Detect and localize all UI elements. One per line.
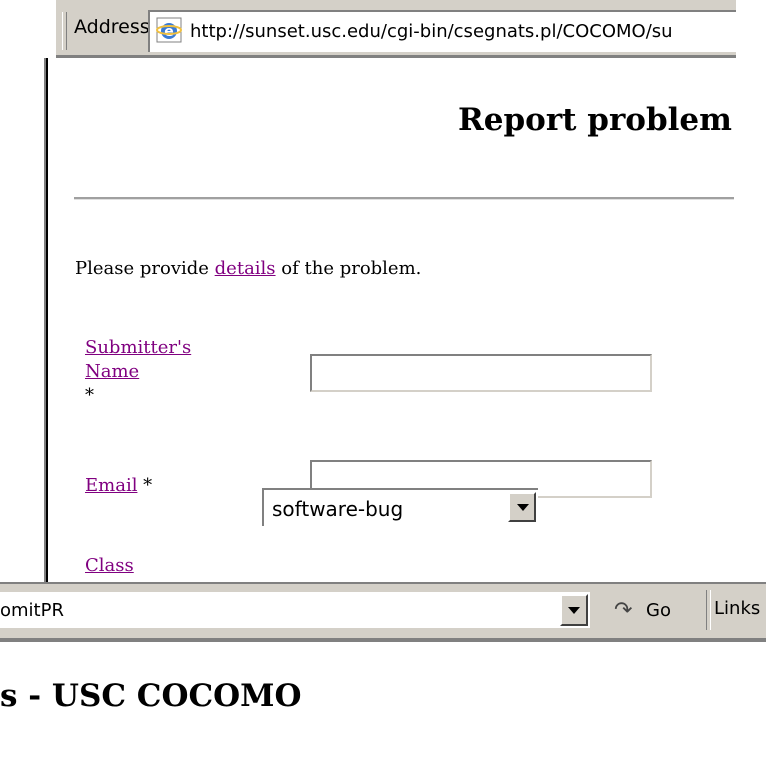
class-select-value: software-bug: [272, 497, 404, 521]
address-bar-2: omitPR ↷ Go Links: [0, 582, 766, 642]
class-select[interactable]: software-bug: [262, 488, 538, 526]
submitter-name-input[interactable]: [310, 354, 652, 392]
left-blank-area: [0, 0, 44, 582]
email-label: Email *: [85, 474, 152, 498]
intro-before: Please provide: [75, 258, 215, 279]
address-url-2: omitPR: [0, 600, 64, 621]
class-link[interactable]: Class: [85, 555, 134, 576]
required-marker: *: [137, 475, 153, 496]
submitter-name-label: Submitter's Name *: [85, 336, 191, 408]
address-bar-2-border: [0, 638, 766, 642]
page-title-2: s - USC COCOMO: [0, 678, 302, 714]
links-toolbar-button[interactable]: Links: [714, 598, 760, 619]
details-link[interactable]: details: [215, 258, 276, 279]
intro-after: of the problem.: [275, 258, 422, 279]
submitter-link-line1[interactable]: Submitter's: [85, 337, 191, 358]
toolbar-grip[interactable]: [62, 12, 67, 50]
class-label: Class: [85, 554, 134, 578]
required-marker: *: [85, 385, 94, 406]
toolbar-separator: [706, 590, 711, 630]
go-arrow-icon: ↷: [614, 598, 633, 623]
address-input-2[interactable]: omitPR: [0, 592, 590, 630]
divider: [74, 197, 734, 200]
class-select-dropdown-button[interactable]: [508, 492, 536, 522]
chevron-down-icon: [517, 504, 529, 511]
browser-window-top: Address e http://sunset.usc.edu/cgi-bin/…: [0, 0, 736, 582]
address-input[interactable]: e http://sunset.usc.edu/cgi-bin/csegnats…: [148, 10, 736, 52]
ie-page-icon: e: [156, 17, 182, 43]
email-link[interactable]: Email: [85, 475, 137, 496]
go-label: Go: [646, 600, 671, 621]
address-history-dropdown[interactable]: [560, 594, 588, 626]
address-label: Address: [74, 16, 150, 38]
address-bar: Address e http://sunset.usc.edu/cgi-bin/…: [56, 0, 736, 58]
go-button[interactable]: ↷ Go: [606, 594, 692, 628]
chevron-down-icon: [568, 607, 580, 614]
page-title: Report problem: [458, 102, 732, 138]
intro-text: Please provide details of the problem.: [75, 258, 421, 279]
submitter-link-line2[interactable]: Name: [85, 361, 139, 382]
address-url: http://sunset.usc.edu/cgi-bin/csegnats.p…: [190, 21, 673, 42]
